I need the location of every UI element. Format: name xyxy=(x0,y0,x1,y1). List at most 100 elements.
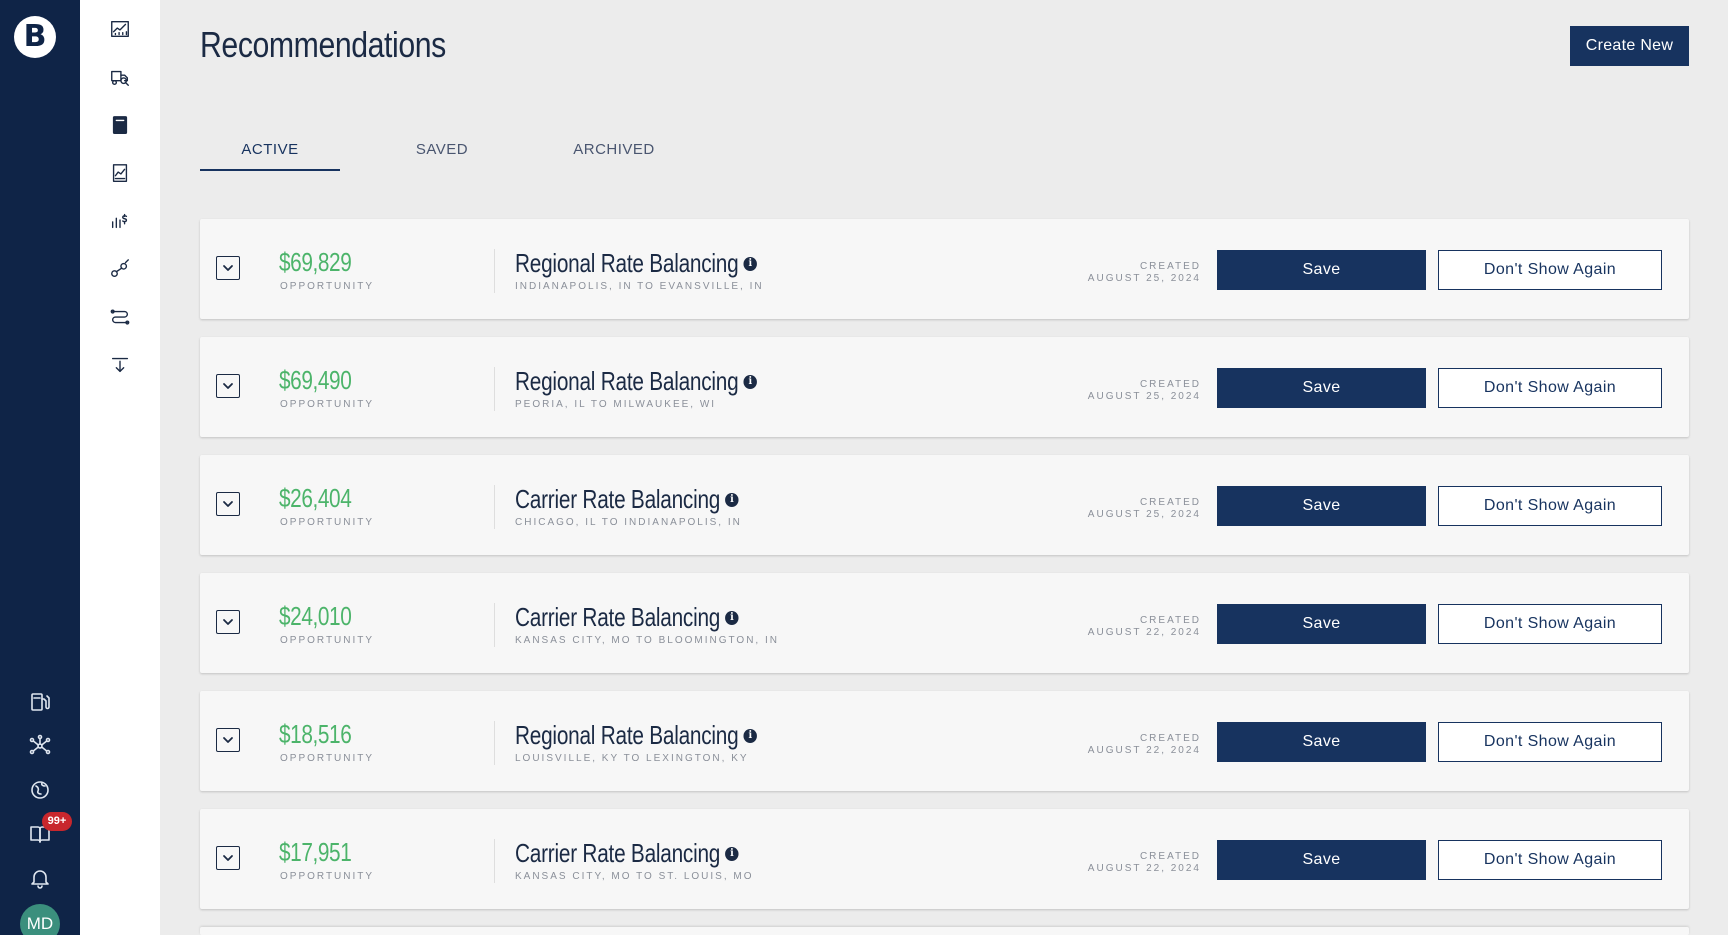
save-button[interactable]: Save xyxy=(1217,250,1426,290)
expand-chevron-icon[interactable] xyxy=(216,610,240,634)
dont-show-again-button[interactable]: Don't Show Again xyxy=(1438,840,1662,880)
route-label: CHICAGO, IL TO INDIANAPOLIS, IN xyxy=(515,517,742,528)
info-icon[interactable]: i xyxy=(743,728,758,743)
dont-show-again-button[interactable]: Don't Show Again xyxy=(1438,250,1662,290)
bell-icon[interactable] xyxy=(26,864,54,892)
created-label: CREATED xyxy=(1139,733,1201,744)
divider xyxy=(494,249,495,293)
dont-show-again-button[interactable]: Don't Show Again xyxy=(1438,486,1662,526)
recommendation-title: Regional Rate Balancing i xyxy=(515,248,758,279)
dont-show-again-button[interactable]: Don't Show Again xyxy=(1438,604,1662,644)
tab-archived[interactable]: ARCHIVED xyxy=(544,141,684,171)
globe-icon[interactable] xyxy=(26,776,54,804)
created-label: CREATED xyxy=(1139,379,1201,390)
recommendation-title-text: Regional Rate Balancing xyxy=(515,248,739,278)
created-date: AUGUST 25, 2024 xyxy=(1087,509,1201,520)
route-label: INDIANAPOLIS, IN TO EVANSVILLE, IN xyxy=(515,281,764,292)
recommendation-card: $17,951 OPPORTUNITY Carrier Rate Balanci… xyxy=(200,809,1689,909)
route-label: PEORIA, IL TO MILWAUKEE, WI xyxy=(515,399,717,410)
create-new-button[interactable]: Create New xyxy=(1570,26,1689,66)
expand-chevron-icon[interactable] xyxy=(216,728,240,752)
recommendation-card: $69,490 OPPORTUNITY Regional Rate Balanc… xyxy=(200,337,1689,437)
expand-chevron-icon[interactable] xyxy=(216,492,240,516)
brand-logo[interactable]: B xyxy=(14,16,56,58)
recommendation-title: Regional Rate Balancing i xyxy=(515,366,758,397)
save-button[interactable]: Save xyxy=(1217,840,1426,880)
save-button[interactable]: Save xyxy=(1217,368,1426,408)
recommendation-title-text: Carrier Rate Balancing xyxy=(515,602,721,632)
expand-chevron-icon[interactable] xyxy=(216,374,240,398)
recommendation-title-text: Regional Rate Balancing xyxy=(515,366,739,396)
opportunity-label: OPPORTUNITY xyxy=(280,635,375,646)
tab-active[interactable]: ACTIVE xyxy=(200,141,340,171)
info-icon[interactable]: i xyxy=(743,374,758,389)
divider xyxy=(494,603,495,647)
opportunity-amount: $18,516 xyxy=(279,719,352,749)
document-icon[interactable] xyxy=(106,111,134,139)
app-rail: B 99+ MD xyxy=(0,0,80,935)
download-icon[interactable] xyxy=(106,351,134,379)
created-date: AUGUST 25, 2024 xyxy=(1087,273,1201,284)
analytics-chart-icon[interactable] xyxy=(106,15,134,43)
info-icon[interactable]: i xyxy=(743,256,758,271)
secondary-nav xyxy=(80,0,160,935)
save-button[interactable]: Save xyxy=(1217,604,1426,644)
opportunity-label: OPPORTUNITY xyxy=(280,517,375,528)
divider xyxy=(494,367,495,411)
created-label: CREATED xyxy=(1139,851,1201,862)
created-date: AUGUST 25, 2024 xyxy=(1087,391,1201,402)
recommendation-title: Carrier Rate Balancing i xyxy=(515,838,739,869)
fuel-pump-icon[interactable] xyxy=(26,688,54,716)
user-avatar[interactable]: MD xyxy=(20,904,60,935)
opportunity-label: OPPORTUNITY xyxy=(280,871,375,882)
recommendation-title-text: Regional Rate Balancing xyxy=(515,720,739,750)
opportunity-amount: $69,490 xyxy=(279,365,352,395)
expand-chevron-icon[interactable] xyxy=(216,256,240,280)
info-icon[interactable]: i xyxy=(725,610,739,625)
recommendation-title: Regional Rate Balancing i xyxy=(515,720,758,751)
opportunity-amount: $24,010 xyxy=(279,601,352,631)
truck-search-icon[interactable] xyxy=(106,63,134,91)
divider xyxy=(494,485,495,529)
tab-saved[interactable]: SAVED xyxy=(372,141,512,171)
info-icon[interactable]: i xyxy=(725,846,739,861)
opportunity-amount: $69,829 xyxy=(279,247,352,277)
opportunity-label: OPPORTUNITY xyxy=(280,753,375,764)
divider xyxy=(494,839,495,883)
route-label: KANSAS CITY, MO TO ST. LOUIS, MO xyxy=(515,871,754,882)
cost-bars-icon[interactable] xyxy=(106,207,134,235)
created-date: AUGUST 22, 2024 xyxy=(1087,745,1201,756)
recommendation-card: $26,404 OPPORTUNITY Carrier Rate Balanci… xyxy=(200,455,1689,555)
route-label: KANSAS CITY, MO TO BLOOMINGTON, IN xyxy=(515,635,779,646)
created-label: CREATED xyxy=(1139,497,1201,508)
dont-show-again-button[interactable]: Don't Show Again xyxy=(1438,722,1662,762)
opportunity-amount: $26,404 xyxy=(279,483,352,513)
network-icon[interactable] xyxy=(26,732,54,760)
recommendation-card: $69,829 OPPORTUNITY Regional Rate Balanc… xyxy=(200,219,1689,319)
lanes-icon[interactable] xyxy=(106,303,134,331)
recommendation-title: Carrier Rate Balancing i xyxy=(515,602,739,633)
opportunity-amount: $17,951 xyxy=(279,837,352,867)
info-icon[interactable]: i xyxy=(725,492,739,507)
recommendation-title-text: Carrier Rate Balancing xyxy=(515,484,721,514)
notification-badge: 99+ xyxy=(42,812,72,831)
recommendation-card: $24,010 OPPORTUNITY Carrier Rate Balanci… xyxy=(200,573,1689,673)
save-button[interactable]: Save xyxy=(1217,722,1426,762)
recommendation-card: $18,516 OPPORTUNITY Regional Rate Balanc… xyxy=(200,691,1689,791)
page-title: Recommendations xyxy=(200,24,446,65)
created-date: AUGUST 22, 2024 xyxy=(1087,863,1201,874)
created-label: CREATED xyxy=(1139,261,1201,272)
created-label: CREATED xyxy=(1139,615,1201,626)
save-button[interactable]: Save xyxy=(1217,486,1426,526)
divider xyxy=(494,721,495,765)
route-label: LOUISVILLE, KY TO LEXINGTON, KY xyxy=(515,753,749,764)
expand-chevron-icon[interactable] xyxy=(216,846,240,870)
opportunity-label: OPPORTUNITY xyxy=(280,399,375,410)
report-chart-icon[interactable] xyxy=(106,159,134,187)
recommendation-title-text: Carrier Rate Balancing xyxy=(515,838,721,868)
recommendation-card-partial xyxy=(200,927,1689,935)
dont-show-again-button[interactable]: Don't Show Again xyxy=(1438,368,1662,408)
route-settings-icon[interactable] xyxy=(106,255,134,283)
opportunity-label: OPPORTUNITY xyxy=(280,281,375,292)
recommendation-title: Carrier Rate Balancing i xyxy=(515,484,739,515)
